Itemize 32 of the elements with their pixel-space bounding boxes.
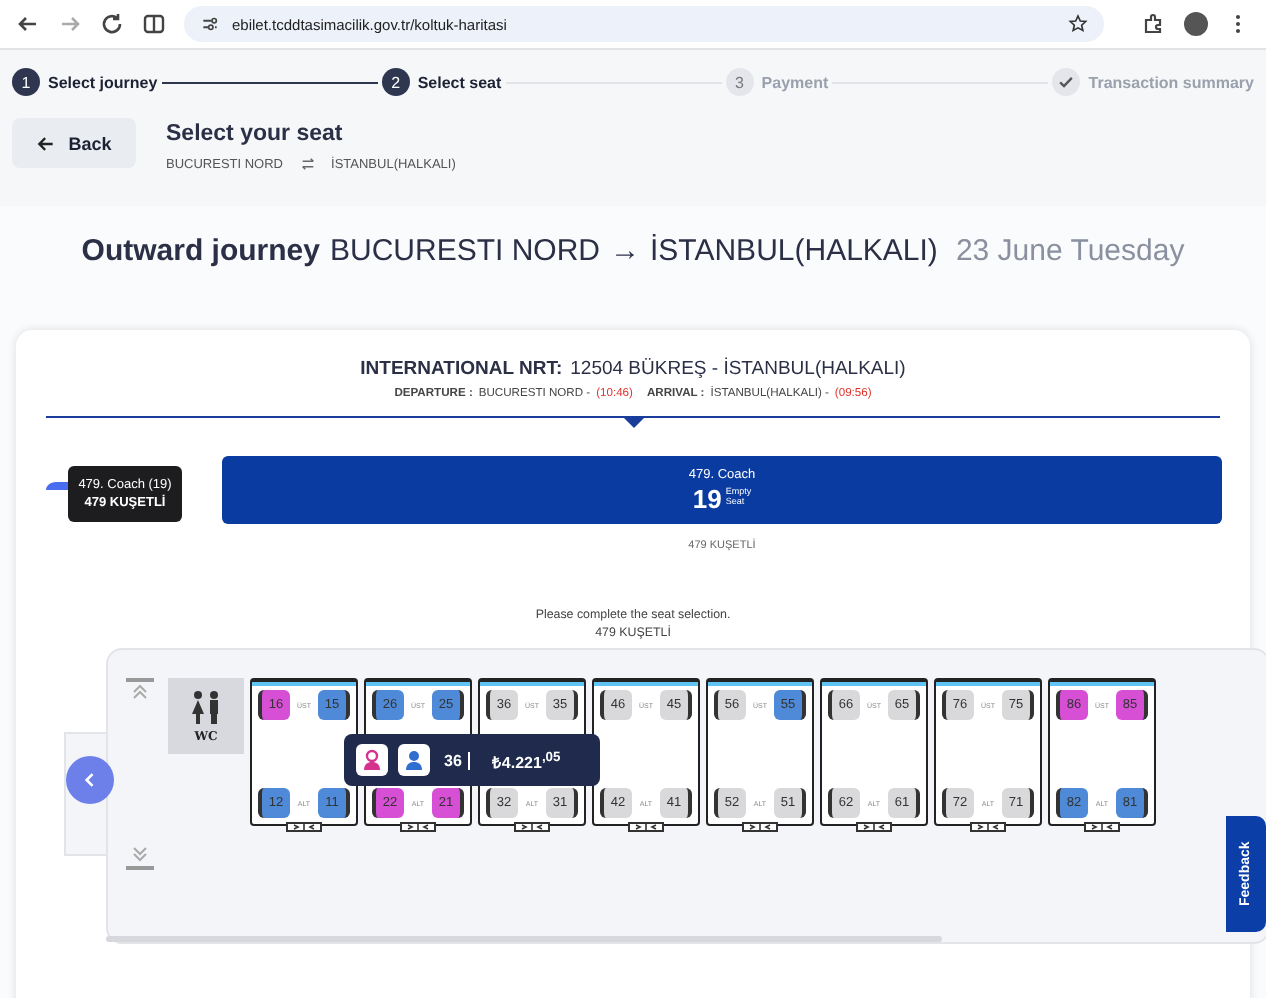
step-label: Payment bbox=[761, 73, 829, 91]
step-label: Select seat bbox=[417, 73, 502, 91]
back-arrow-icon[interactable] bbox=[16, 12, 40, 36]
reload-icon[interactable] bbox=[100, 12, 124, 36]
step-number: 3 bbox=[725, 68, 754, 96]
step-label: Transaction summary bbox=[1088, 73, 1254, 91]
page-title: Select your seat bbox=[166, 122, 345, 146]
star-icon[interactable] bbox=[1068, 14, 1088, 34]
swap-icon bbox=[299, 156, 316, 172]
journey-date: 23 June Tuesday bbox=[955, 234, 1185, 268]
chevron-up-icon bbox=[126, 678, 154, 702]
site-settings-icon[interactable] bbox=[200, 14, 220, 34]
journey-origin: BUCURESTI NORD bbox=[329, 234, 600, 268]
journey-arrow: → bbox=[610, 234, 640, 268]
seat-price: ₺4.221$^{,05}$ bbox=[491, 749, 561, 771]
step-label: Select journey bbox=[48, 73, 158, 91]
step-check-icon bbox=[1052, 68, 1081, 96]
seat-number: 36 bbox=[444, 751, 470, 769]
train-name: 12504 BÜKREŞ - İSTANBUL(HALKALI) bbox=[570, 358, 906, 380]
step-number: 2 bbox=[381, 68, 410, 96]
profile-avatar[interactable] bbox=[1184, 12, 1208, 36]
step-number: 1 bbox=[12, 68, 40, 96]
male-passenger-icon[interactable] bbox=[398, 744, 430, 776]
back-button[interactable]: Back bbox=[12, 118, 136, 168]
arrow-left-icon bbox=[36, 133, 57, 153]
train-type: INTERNATIONAL NRT: bbox=[360, 358, 563, 380]
split-view-icon[interactable] bbox=[142, 12, 166, 36]
journey-label: Outward journey bbox=[81, 234, 320, 268]
female-passenger-icon[interactable] bbox=[356, 744, 388, 776]
chevron-down-icon bbox=[126, 846, 154, 870]
extension-icon[interactable] bbox=[1142, 12, 1166, 36]
journey-destination: İSTANBUL(HALKALI) bbox=[650, 234, 938, 268]
